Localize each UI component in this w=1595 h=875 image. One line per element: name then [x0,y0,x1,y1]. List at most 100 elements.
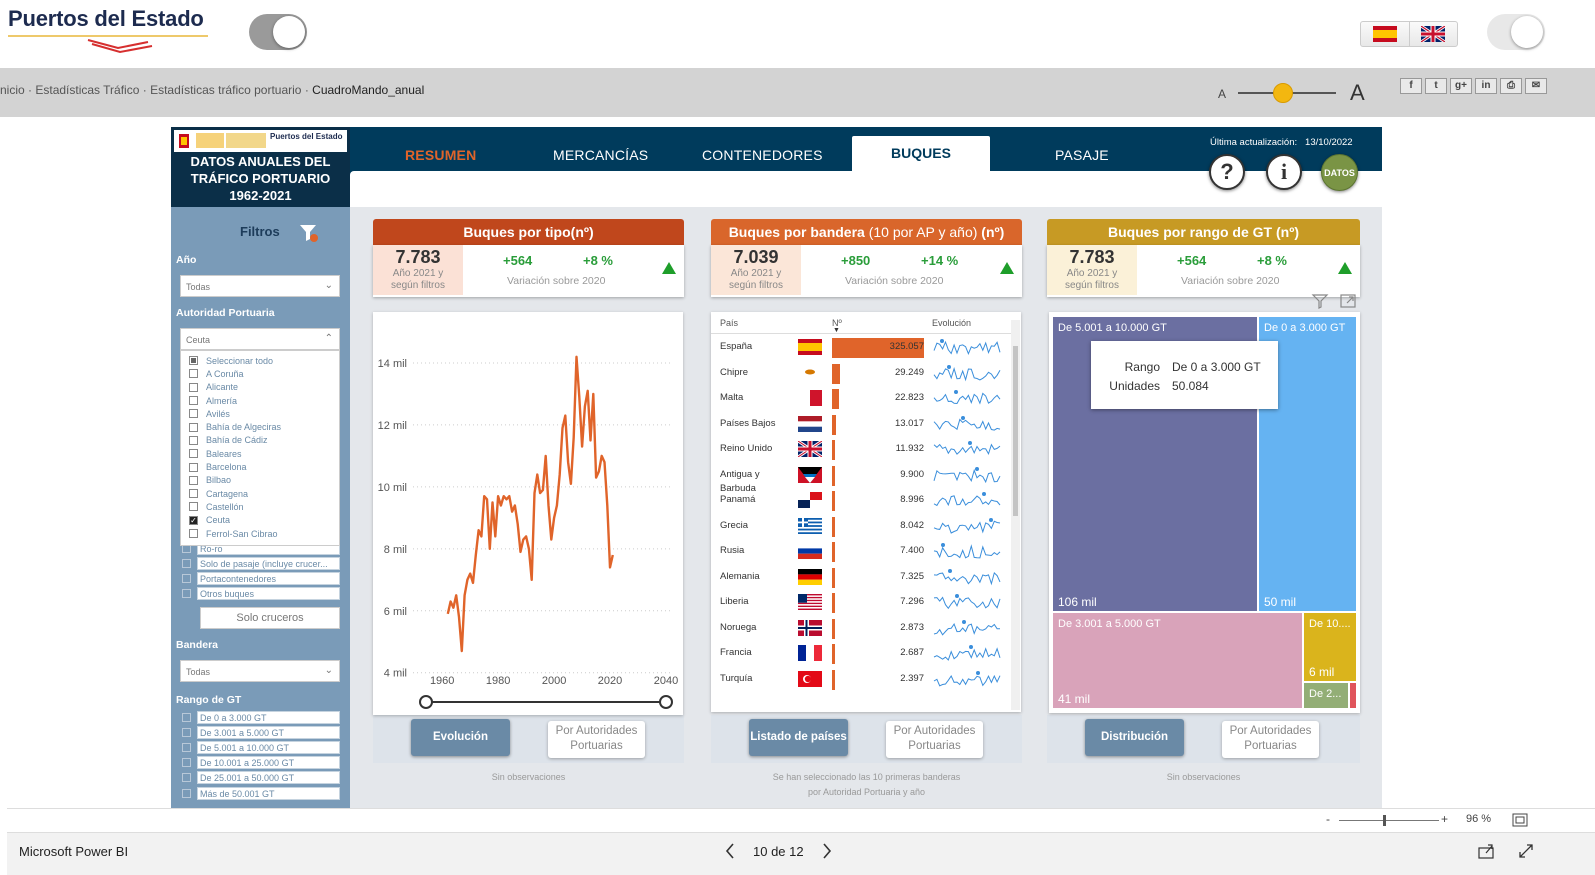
checkbox[interactable] [189,462,198,472]
primary-view-button[interactable]: Listado de países [749,719,848,756]
table-row[interactable]: Francia 2.687 [711,640,1011,666]
cruise-only-button[interactable]: Solo cruceros [200,607,340,629]
table-row[interactable]: Países Bajos 13.017 [711,411,1011,437]
breadcrumb-home[interactable]: nicio [0,83,25,97]
by-port-authority-button[interactable]: Por Autoridades Portuarias [548,721,645,758]
table-row[interactable]: Noruega 2.873 [711,615,1011,641]
treemap-cell[interactable] [1350,683,1356,708]
fullscreen-icon[interactable] [1517,842,1535,860]
year-select[interactable]: Todas ⌄ [180,275,340,297]
gt-option[interactable]: Más de 50.001 GT [180,786,340,800]
table-row[interactable]: Chipre 29.249 [711,360,1011,386]
print-icon[interactable]: ⎙ [1500,78,1522,94]
treemap-cell[interactable]: De 10.... 6 mil [1304,613,1356,681]
checkbox[interactable] [189,382,198,392]
gt-option[interactable]: De 0 a 3.000 GT [180,710,340,724]
clear-filters-icon[interactable] [299,223,319,243]
dropdown-option[interactable]: Avilés [181,407,339,420]
info-button[interactable]: i [1266,154,1302,190]
checkbox[interactable] [189,369,198,379]
dropdown-option[interactable]: Barcelona [181,460,339,473]
checkbox[interactable]: ✓ [189,515,198,525]
dropdown-option[interactable]: Baleares [181,447,339,460]
treemap-cell[interactable]: De 3.001 a 5.000 GT 41 mil [1053,613,1302,708]
col-header-pais[interactable]: País [720,318,738,328]
font-size-slider-thumb[interactable] [1273,83,1293,103]
dropdown-option[interactable]: ✓ Ceuta [181,514,339,527]
fit-to-page-icon[interactable] [1512,813,1528,827]
lang-es-button[interactable] [1361,22,1410,46]
datos-button[interactable]: DATOS [1321,154,1358,191]
type-option-passenger[interactable]: Solo de pasaje (incluye crucer... [180,556,340,570]
linkedin-icon[interactable]: in [1475,78,1497,94]
port-authority-select[interactable]: Ceuta ⌃ [180,328,340,350]
tab-mercancias[interactable]: MERCANCÍAS [553,147,648,163]
dropdown-option[interactable]: Cartagena [181,487,339,500]
prev-page-icon[interactable] [724,842,736,860]
table-row[interactable]: Antigua y Barbuda 9.900 [711,462,1011,494]
col-header-evolucion[interactable]: Evolución [932,318,971,328]
zoom-out-button[interactable]: - [1326,812,1330,826]
checkbox[interactable] [189,422,198,432]
by-port-authority-button[interactable]: Por Autoridades Portuarias [1222,721,1319,758]
range-slider-start-handle[interactable] [419,695,433,709]
evolution-line[interactable] [446,355,614,653]
help-button[interactable]: ? [1209,154,1245,190]
zoom-in-button[interactable]: + [1441,812,1448,826]
dropdown-option[interactable]: Bahía de Algeciras [181,420,339,433]
checkbox[interactable] [189,435,198,445]
next-page-icon[interactable] [821,842,833,860]
dropdown-option[interactable]: Alicante [181,381,339,394]
by-port-authority-button[interactable]: Por Autoridades Portuarias [886,721,983,758]
tab-buques[interactable]: BUQUES [852,145,990,161]
dropdown-option[interactable]: Ferrol-San Cibrao [181,527,339,540]
type-option-container[interactable]: Portacontenedores [180,571,340,585]
primary-view-button[interactable]: Evolución [411,719,510,756]
table-scrollbar[interactable] [1011,320,1020,710]
tab-contenedores[interactable]: CONTENEDORES [702,147,823,163]
checkbox[interactable] [189,475,198,485]
zoom-slider-track[interactable] [1339,820,1439,821]
accessibility-toggle[interactable] [1487,14,1545,50]
table-row[interactable]: Liberia 7.296 [711,589,1011,615]
primary-view-button[interactable]: Distribución [1085,719,1184,756]
table-row[interactable]: Reino Unido 11.932 [711,436,1011,462]
email-icon[interactable]: ✉ [1525,78,1547,94]
table-row[interactable]: Rusia 7.400 [711,538,1011,564]
googleplus-icon[interactable]: g+ [1450,78,1472,94]
flag-select[interactable]: Todas ⌄ [180,660,340,682]
table-row[interactable]: Grecia 8.042 [711,513,1011,539]
treemap-cell[interactable]: De 2... [1304,683,1348,708]
gt-option[interactable]: De 10.001 a 25.000 GT [180,756,340,770]
checkbox[interactable] [189,449,198,459]
gt-option[interactable]: De 5.001 a 10.000 GT [180,740,340,754]
checkbox[interactable] [189,356,198,366]
lang-en-button[interactable] [1410,22,1458,46]
tab-pasaje[interactable]: PASAJE [1055,147,1109,163]
range-slider-end-handle[interactable] [659,695,673,709]
dropdown-option[interactable]: Seleccionar todo [181,354,339,367]
breadcrumb-port-stats[interactable]: Estadísticas tráfico portuario [150,83,301,97]
table-row[interactable]: Turquía 2.397 [711,666,1011,692]
gt-option[interactable]: De 25.001 a 50.000 GT [180,771,340,785]
checkbox[interactable] [189,489,198,499]
powerbi-link[interactable]: Microsoft Power BI [19,844,128,859]
focus-mode-icon[interactable] [1339,293,1357,309]
breadcrumb-stats[interactable]: Estadísticas Tráfico [35,83,139,97]
site-logo[interactable]: Puertos del Estado [8,6,204,32]
dropdown-option[interactable]: A Coruña [181,367,339,380]
facebook-icon[interactable]: f [1400,78,1422,94]
table-row[interactable]: España 325.057 [711,334,1011,360]
visual-filter-icon[interactable] [1311,293,1329,309]
checkbox[interactable] [189,409,198,419]
scrollbar-thumb[interactable] [1013,346,1018,516]
checkbox[interactable] [189,502,198,512]
dropdown-option[interactable]: Castellón [181,500,339,513]
share-report-icon[interactable] [1477,842,1495,860]
table-row[interactable]: Alemania 7.325 [711,564,1011,590]
gt-option[interactable]: De 3.001 a 5.000 GT [180,725,340,739]
checkbox[interactable] [189,396,198,406]
checkbox[interactable] [189,529,198,538]
dropdown-option[interactable]: Almería [181,394,339,407]
zoom-slider-thumb[interactable] [1383,815,1386,826]
